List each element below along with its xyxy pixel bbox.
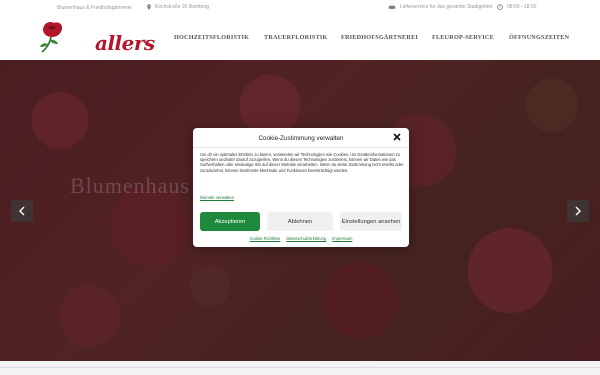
site-header: allers HOCHZEITSFLORISTIK TRAUERFLORISTI…	[0, 15, 600, 60]
deny-button[interactable]: Ablehnen	[267, 212, 333, 231]
chevron-left-icon	[19, 206, 25, 216]
tagline: Blumenhaus & Friedhofsgärtnerei	[57, 5, 132, 11]
content-strip	[0, 361, 600, 375]
close-icon	[393, 133, 401, 141]
close-button[interactable]	[392, 132, 402, 142]
nav-item-oeffnungszeiten[interactable]: ÖFFNUNGSZEITEN	[509, 34, 569, 41]
nav-item-fleurop-service[interactable]: FLEUROP-SERVICE	[432, 34, 494, 41]
imprint-link[interactable]: Impressum	[332, 236, 352, 241]
dialog-body-text: Um dir ein optimales Erlebnis zu bieten,…	[200, 152, 404, 173]
cookie-consent-dialog: Cookie-Zustimmung verwalten Um dir ein o…	[193, 128, 409, 247]
nav-item-hochzeitsfloristik[interactable]: HOCHZEITSFLORISTIK	[174, 34, 249, 41]
logo[interactable]: allers	[37, 19, 155, 55]
map-pin-icon	[147, 4, 151, 10]
address-text: Kirchstraße 26 Bamberg	[155, 4, 210, 10]
view-settings-button[interactable]: Einstellungen ansehen	[340, 212, 402, 231]
hours-text: 08:00 - 18:00	[507, 4, 537, 10]
top-info-bar: Blumenhaus & Friedhofsgärtnerei Kirchstr…	[0, 0, 600, 15]
manage-services-link[interactable]: Dienste verwalten	[200, 195, 234, 200]
delivery-info: Lieferservice für das gesamte Stadtgebie…	[388, 4, 492, 10]
dialog-footer-links: Cookie-Richtlinie Datenschutzerklärung I…	[193, 236, 409, 241]
privacy-policy-link[interactable]: Datenschutzerklärung	[286, 236, 326, 241]
accept-button[interactable]: Akzeptieren	[200, 212, 260, 231]
clock-icon	[497, 4, 503, 10]
cookie-policy-link[interactable]: Cookie-Richtlinie	[250, 236, 281, 241]
delivery-text: Lieferservice für das gesamte Stadtgebie…	[400, 4, 493, 10]
nav-item-trauerfloristik[interactable]: TRAUERFLORISTIK	[264, 34, 328, 41]
slider-prev-button[interactable]	[11, 200, 33, 222]
address[interactable]: Kirchstraße 26 Bamberg	[146, 4, 209, 10]
dialog-title: Cookie-Zustimmung verwalten	[258, 135, 344, 142]
slider-next-button[interactable]	[567, 200, 589, 222]
rose-logo-icon	[40, 22, 63, 53]
divider	[0, 367, 600, 368]
dialog-divider	[193, 147, 409, 148]
car-icon	[388, 5, 396, 10]
nav-item-friedhofsgaertnerei[interactable]: FRIEDHOFSGÄRTNEREI	[341, 34, 418, 41]
logo-text: allers	[95, 31, 155, 55]
hours-info: 08:00 - 18:00	[497, 4, 536, 10]
chevron-right-icon	[575, 206, 581, 216]
